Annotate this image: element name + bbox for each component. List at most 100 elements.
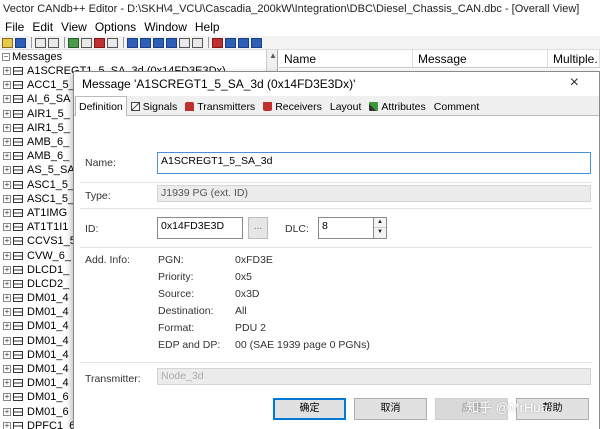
expand-icon[interactable]: + (3, 67, 11, 76)
tree-message-label: DM01_4 (27, 348, 69, 361)
id-browse-button[interactable]: ... (248, 217, 268, 239)
tab-comment[interactable]: Comment (430, 97, 484, 115)
expand-icon[interactable]: + (3, 393, 11, 402)
message-icon (13, 109, 23, 118)
collapse-icon[interactable]: − (2, 53, 10, 61)
name-label: Name: (85, 157, 116, 169)
view-attributes-icon[interactable] (192, 37, 203, 48)
view-signals-icon[interactable] (166, 37, 177, 48)
dlc-spinner[interactable]: ▲ ▼ (374, 217, 387, 239)
expand-icon[interactable]: + (3, 223, 11, 232)
expand-icon[interactable]: + (3, 308, 11, 317)
expand-icon[interactable]: + (3, 109, 11, 118)
cascade-icon[interactable] (212, 37, 223, 48)
message-icon (13, 393, 23, 402)
expand-icon[interactable]: + (3, 138, 11, 147)
close-icon[interactable]: × (570, 75, 579, 91)
view-networks-icon[interactable] (127, 37, 138, 48)
tree-message-label: AS_5_SA (27, 164, 75, 177)
receiver-icon (263, 102, 273, 111)
expand-icon[interactable]: + (3, 421, 11, 429)
view-valuetables-icon[interactable] (179, 37, 190, 48)
expand-icon[interactable]: + (3, 81, 11, 90)
tree-message-label: AT1IMG (27, 206, 68, 219)
info-key: Source: (158, 288, 195, 300)
expand-icon[interactable]: + (3, 237, 11, 246)
id-field[interactable]: 0x14FD3E3D (157, 217, 243, 239)
id-label: ID: (85, 223, 99, 235)
spin-down-icon[interactable]: ▼ (374, 227, 386, 236)
expand-icon[interactable]: + (3, 322, 11, 331)
menu-file[interactable]: File (0, 20, 27, 34)
name-field[interactable]: A1SCREGT1_5_SA_3d (157, 152, 591, 174)
info-value: 0x5 (235, 271, 252, 283)
tree-message-label: ASC1_5_ (27, 192, 75, 205)
menu-help[interactable]: Help (190, 20, 223, 34)
window-title: Vector CANdb++ Editor - D:\SKH\4_VCU\Cas… (0, 0, 600, 18)
expand-icon[interactable]: + (3, 208, 11, 217)
tree-message-label: DLCD2_ (27, 277, 70, 290)
column-name[interactable]: Name (279, 50, 413, 67)
delete-icon[interactable] (94, 37, 105, 48)
definition-page: Name: A1SCREGT1_5_SA_3d Type: J1939 PG (… (74, 116, 599, 429)
tab-label: Definition (79, 100, 123, 113)
scroll-up-arrow-icon[interactable]: ▲ (267, 50, 277, 62)
tree-message-label: AIR1_5_ (27, 121, 70, 134)
view-messages-icon[interactable] (153, 37, 164, 48)
expand-icon[interactable]: + (3, 265, 11, 274)
expand-icon[interactable]: + (3, 152, 11, 161)
expand-icon[interactable]: + (3, 166, 11, 175)
view-ecus-icon[interactable] (140, 37, 151, 48)
expand-icon[interactable]: + (3, 251, 11, 260)
tree-message-label: DM01_6 (27, 391, 69, 404)
tab-label: Attributes (381, 100, 426, 113)
cancel-button[interactable]: 取消 (354, 398, 427, 420)
column-multiple[interactable]: Multiple. (548, 50, 600, 67)
attributes-icon (369, 102, 379, 111)
menu-view[interactable]: View (56, 20, 90, 34)
tab-transmitters[interactable]: Transmitters (181, 97, 259, 115)
arrange-icon[interactable] (238, 37, 249, 48)
tab-signals[interactable]: Signals (127, 97, 181, 115)
ok-button[interactable]: 确定 (273, 398, 346, 420)
dlc-field[interactable]: 8 (318, 217, 374, 239)
column-message[interactable]: Message (413, 50, 548, 67)
tab-attributes[interactable]: Attributes (365, 97, 429, 115)
expand-icon[interactable]: + (3, 379, 11, 388)
window-list-icon[interactable] (251, 37, 262, 48)
message-dialog: Message 'A1SCREGT1_5_SA_3d (0x14FD3E3Dx)… (73, 71, 600, 429)
type-field: J1939 PG (ext. ID) (157, 185, 591, 202)
tree-message-label: AT1T1I1 (27, 221, 69, 234)
expand-icon[interactable]: + (3, 365, 11, 374)
expand-icon[interactable]: + (3, 279, 11, 288)
message-icon (13, 294, 23, 303)
tile-icon[interactable] (225, 37, 236, 48)
tree-message-label: AMB_6_ (27, 150, 70, 163)
copy-icon[interactable] (35, 37, 46, 48)
tree-message-label: DM01_4 (27, 320, 69, 333)
tab-receivers[interactable]: Receivers (259, 97, 326, 115)
expand-icon[interactable]: + (3, 95, 11, 104)
expand-icon[interactable]: + (3, 194, 11, 203)
expand-icon[interactable]: + (3, 180, 11, 189)
tab-definition[interactable]: Definition (75, 96, 127, 116)
new-network-icon[interactable] (68, 37, 79, 48)
tab-layout[interactable]: Layout (326, 97, 366, 115)
paste-icon[interactable] (48, 37, 59, 48)
menu-window[interactable]: Window (139, 20, 190, 34)
menu-edit[interactable]: Edit (27, 20, 56, 34)
expand-icon[interactable]: + (3, 294, 11, 303)
expand-icon[interactable]: + (3, 407, 11, 416)
menu-options[interactable]: Options (90, 20, 139, 34)
new-ecu-icon[interactable] (81, 37, 92, 48)
expand-icon[interactable]: + (3, 350, 11, 359)
info-key: Priority: (158, 271, 194, 283)
tree-root[interactable]: − Messages (0, 50, 277, 64)
properties-icon[interactable] (107, 37, 118, 48)
info-key: Format: (158, 322, 195, 334)
expand-icon[interactable]: + (3, 123, 11, 132)
open-icon[interactable] (2, 37, 13, 48)
spin-up-icon[interactable]: ▲ (374, 218, 386, 227)
expand-icon[interactable]: + (3, 336, 11, 345)
save-icon[interactable] (15, 37, 26, 48)
